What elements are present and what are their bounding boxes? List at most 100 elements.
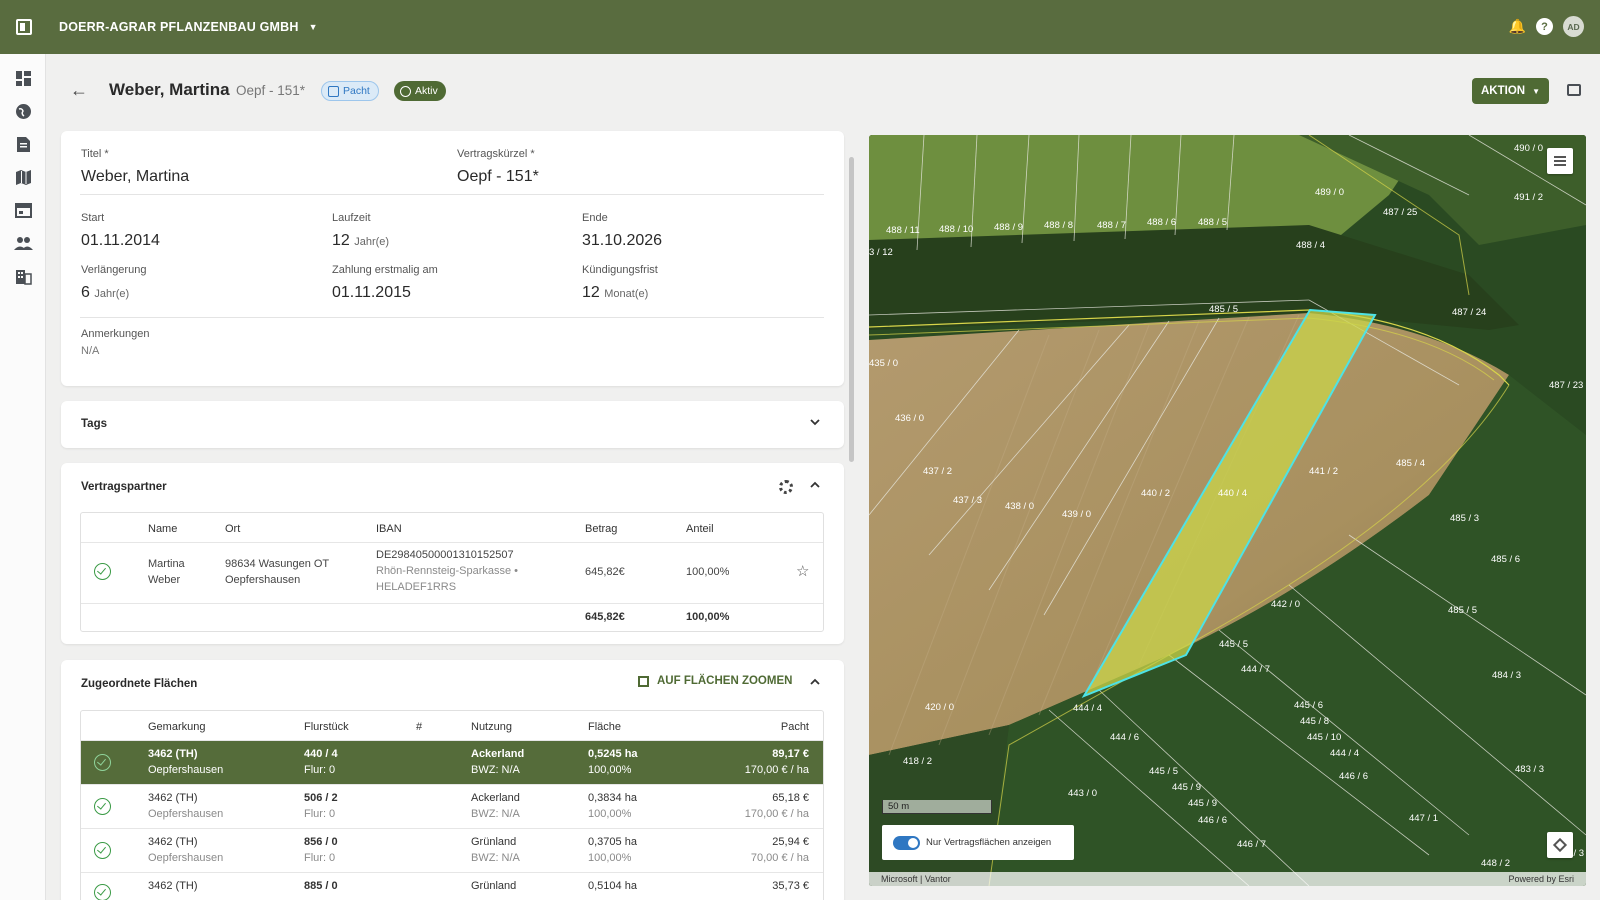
list-icon — [1554, 156, 1566, 166]
ende-label: Ende — [582, 212, 608, 224]
flaechen-title: Zugeordnete Flächen — [81, 678, 198, 690]
kurzel-value[interactable]: Oepf - 151* — [457, 168, 539, 186]
parcel-label: 446 / 7 — [1237, 839, 1266, 850]
aktion-button[interactable]: AKTION ▼ — [1472, 78, 1549, 104]
layers-icon — [1552, 837, 1568, 853]
dashboard-icon[interactable] — [13, 68, 33, 88]
table-row[interactable]: 3462 (TH) Oepfershausen 506 / 2 Flur: 0 Ac… — [81, 784, 823, 828]
parcel-label: 445 / 9 — [1188, 798, 1217, 809]
user-avatar[interactable]: AD — [1563, 16, 1584, 37]
tags-card[interactable]: Tags — [61, 401, 844, 448]
vertragspartner-card: Vertragspartner Name Ort IBAN Betrag Ant… — [61, 463, 844, 644]
zoom-to-areas-button[interactable]: AUF FLÄCHEN ZOOMEN — [638, 675, 792, 687]
parcel-label: 3 / 12 — [869, 247, 893, 258]
back-arrow-icon[interactable]: ← — [70, 80, 88, 101]
total-betrag: 645,82€ — [585, 611, 625, 623]
pacht-badge: Pacht — [321, 81, 379, 101]
flaechen-table: Gemarkung Flurstück # Nutzung Fläche Pac… — [80, 710, 824, 900]
table-row[interactable]: 3462 (TH) Oepfershausen 440 / 4 Flur: 0 Ac… — [81, 740, 823, 784]
kuendigungsfrist-unit: Monat(e) — [604, 288, 649, 300]
parcel-label: 418 / 2 — [903, 756, 932, 767]
star-icon[interactable]: ☆ — [796, 562, 809, 580]
start-value[interactable]: 01.11.2014 — [81, 232, 160, 250]
titel-value[interactable]: Weber, Martina — [81, 168, 189, 186]
map-icon[interactable] — [13, 167, 33, 187]
parcel-label: 438 / 0 — [1005, 501, 1034, 512]
map-view[interactable]: 490 / 0 491 / 2 489 / 0 487 / 25 488 / 1… — [869, 135, 1586, 886]
help-icon[interactable]: ? — [1536, 18, 1553, 35]
laufzeit-label: Laufzeit — [332, 212, 371, 224]
app-logo-icon[interactable] — [16, 19, 32, 35]
kuendigungsfrist-value[interactable]: 12 Monat(e) — [582, 284, 648, 302]
company-selector[interactable]: DOERR-AGRAR PFLANZENBAU GMBH — [59, 20, 299, 34]
status-badge: Aktiv — [394, 81, 446, 101]
parcel-label: 488 / 10 — [939, 224, 973, 235]
table-row[interactable]: 3462 (TH) 885 / 0 Grünland 0,5104 ha 35,… — [81, 872, 823, 900]
anmerkungen-label: Anmerkungen — [81, 328, 150, 340]
parcel-label: 443 / 0 — [1068, 788, 1097, 799]
map-legend-button[interactable] — [1547, 148, 1573, 174]
total-anteil: 100,00% — [686, 611, 730, 623]
parcel-label: 441 / 2 — [1309, 466, 1338, 477]
toggle-switch[interactable] — [893, 835, 920, 850]
partner-name: Martina Weber — [148, 558, 185, 586]
gear-icon[interactable] — [779, 480, 793, 494]
parcel-label: 444 / 4 — [1330, 748, 1359, 759]
laufzeit-value[interactable]: 12 Jahr(e) — [332, 232, 389, 250]
parcel-label: 485 / 3 — [1450, 513, 1479, 524]
parcel-label: 485 / 5 — [1448, 605, 1477, 616]
map-attribution: Microsoft | Vantor Powered by Esri — [869, 872, 1586, 886]
parcel-label: 483 / 3 — [1515, 764, 1544, 775]
comment-icon[interactable] — [1567, 84, 1581, 96]
partner-betrag: 645,82€ — [585, 566, 625, 578]
calendar-icon[interactable] — [13, 200, 33, 220]
chevron-down-icon[interactable] — [809, 416, 821, 431]
parcel-label: 487 / 23 — [1549, 380, 1583, 391]
chevron-down-icon[interactable]: ▼ — [309, 22, 318, 32]
ende-value[interactable]: 31.10.2026 — [582, 232, 662, 250]
globe-icon[interactable] — [13, 101, 33, 121]
check-circle-icon — [94, 842, 111, 859]
page-title: Weber, Martina — [109, 80, 230, 99]
kurzel-label: Vertragskürzel * — [457, 148, 535, 160]
check-circle-icon — [94, 798, 111, 815]
vertragspartner-title: Vertragspartner — [81, 481, 167, 493]
map-satellite[interactable]: 490 / 0 491 / 2 489 / 0 487 / 25 488 / 1… — [869, 135, 1586, 886]
toggle-label: Nur Vertragsflächen anzeigen — [926, 837, 1052, 848]
parcel-label: 445 / 5 — [1219, 639, 1248, 650]
parcel-label: 446 / 6 — [1339, 771, 1368, 782]
chevron-up-icon[interactable] — [809, 479, 821, 494]
top-bar: DOERR-AGRAR PFLANZENBAU GMBH ▼ 🔔 ? AD — [0, 0, 1600, 54]
col-betrag: Betrag — [585, 523, 618, 535]
zahlung-label: Zahlung erstmalig am — [332, 264, 438, 276]
parcel-label: 491 / 2 — [1514, 192, 1543, 203]
titel-label: Titel * — [81, 148, 109, 160]
building-icon[interactable] — [13, 266, 33, 286]
check-circle-icon — [94, 884, 111, 900]
people-icon[interactable] — [13, 233, 33, 253]
chevron-up-icon[interactable] — [809, 676, 821, 691]
parcel-label: 488 / 6 — [1147, 217, 1176, 228]
map-layers-button[interactable] — [1547, 832, 1573, 858]
document-icon[interactable] — [13, 134, 33, 154]
parcel-label: 446 / 6 — [1198, 815, 1227, 826]
table-row[interactable]: 3462 (TH) Oepfershausen 856 / 0 Flur: 0 Gr… — [81, 828, 823, 872]
parcel-label: 490 / 0 — [1514, 143, 1543, 154]
parcel-label: 488 / 4 — [1296, 240, 1325, 251]
contract-areas-toggle[interactable]: Nur Vertragsflächen anzeigen — [882, 825, 1074, 860]
parcel-label: 440 / 2 — [1141, 488, 1170, 499]
parcel-label: 445 / 10 — [1307, 732, 1341, 743]
table-row[interactable]: Martina Weber 98634 Wasungen OT Oepfershau… — [81, 543, 823, 603]
verlaengerung-value[interactable]: 6 Jahr(e) — [81, 284, 129, 302]
parcel-label: 439 / 0 — [1062, 509, 1091, 520]
zahlung-value[interactable]: 01.11.2015 — [332, 284, 411, 302]
col-number: # — [416, 721, 423, 733]
parcel-label: 444 / 4 — [1073, 703, 1102, 714]
scrollbar-thumb[interactable] — [849, 157, 854, 462]
parcel-label: 488 / 11 — [886, 225, 920, 236]
anmerkungen-value[interactable]: N/A — [81, 345, 99, 357]
powered-by-text[interactable]: Powered by Esri — [1508, 874, 1574, 884]
notification-bell-icon[interactable]: 🔔 — [1509, 18, 1526, 35]
zoom-fit-icon — [638, 675, 649, 687]
attribution-text: Microsoft | Vantor — [881, 874, 951, 884]
